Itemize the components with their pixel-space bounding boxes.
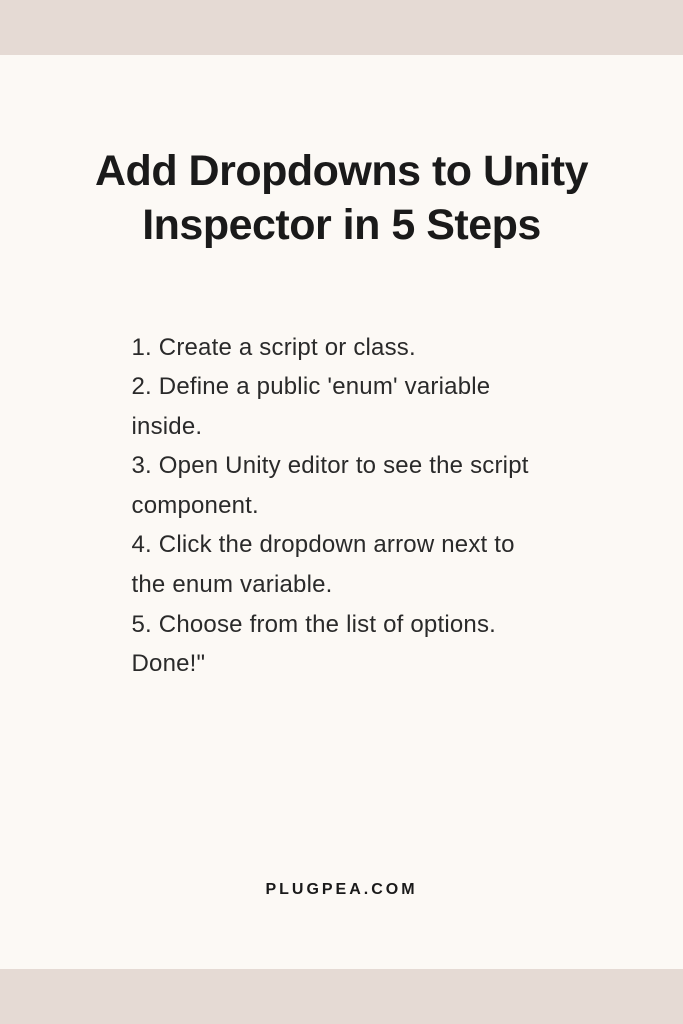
step-item: 5. Choose from the list of options. Done… xyxy=(132,605,552,684)
steps-list: 1. Create a script or class. 2. Define a… xyxy=(132,328,552,684)
content-card: Add Dropdowns to Unity Inspector in 5 St… xyxy=(0,55,683,969)
page-title: Add Dropdowns to Unity Inspector in 5 St… xyxy=(70,145,613,253)
step-item: 1. Create a script or class. xyxy=(132,328,552,368)
step-item: 4. Click the dropdown arrow next to the … xyxy=(132,525,552,604)
top-accent-bar xyxy=(0,0,683,55)
footer-credit: PLUGPEA.COM xyxy=(265,881,417,929)
bottom-accent-bar xyxy=(0,969,683,1024)
step-item: 2. Define a public 'enum' variable insid… xyxy=(132,367,552,446)
step-item: 3. Open Unity editor to see the script c… xyxy=(132,446,552,525)
